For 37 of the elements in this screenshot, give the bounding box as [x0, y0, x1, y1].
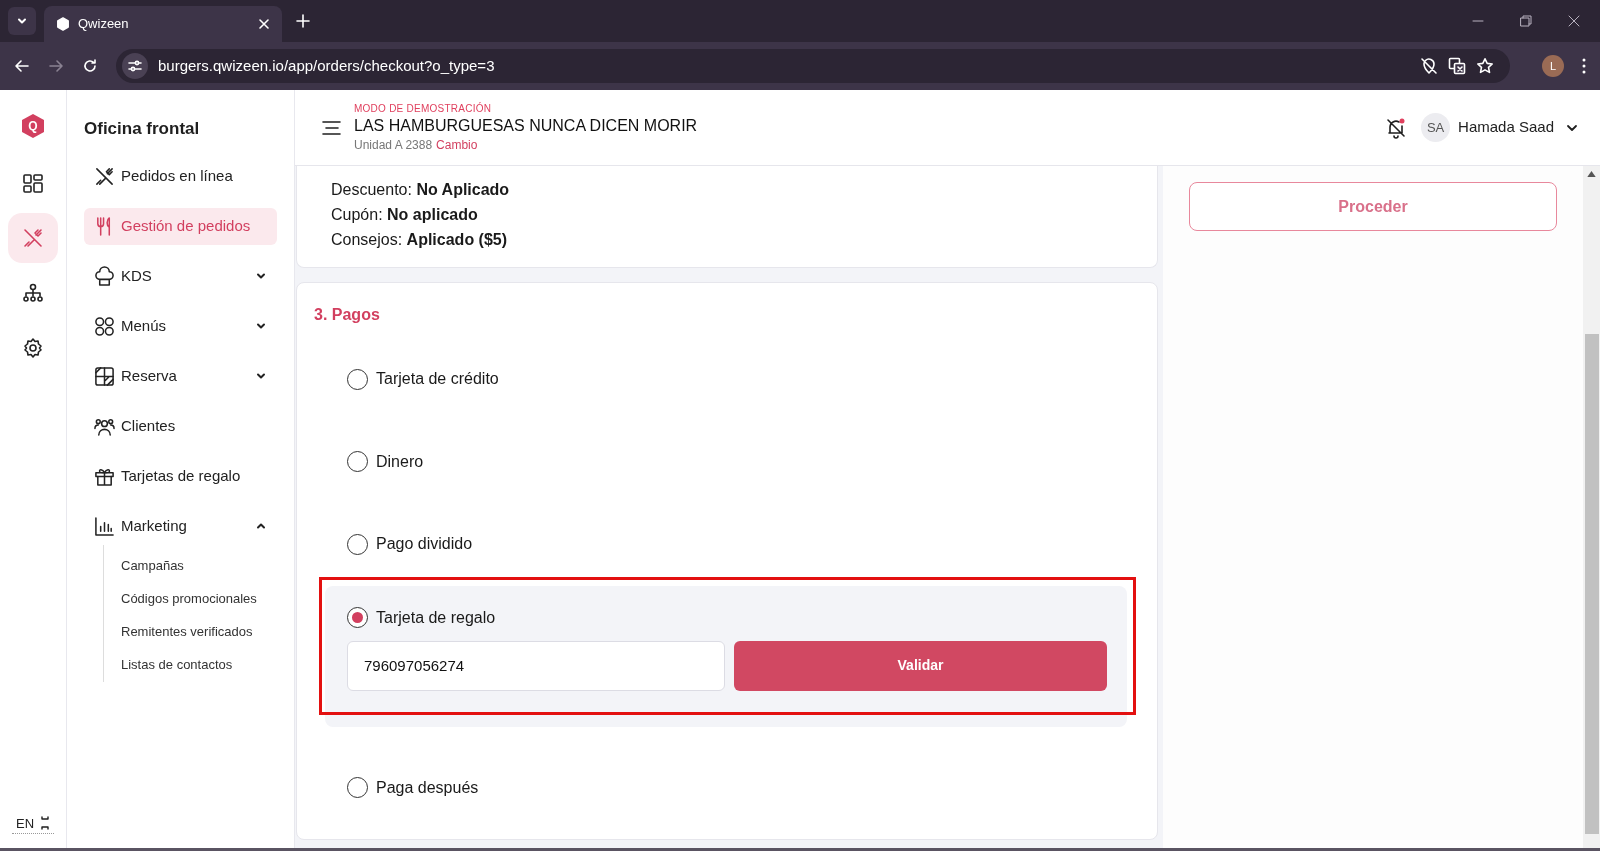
option-label[interactable]: Paga después [376, 775, 479, 800]
url-text[interactable]: burgers.qwizeen.io/app/orders/checkout?o_type=3 [158, 54, 1410, 78]
summary-line: Consejos: Aplicado ($5) [331, 230, 509, 250]
sidebar-item[interactable]: Clientes [84, 407, 277, 445]
submenu-item[interactable]: Códigos promocionales [121, 582, 277, 616]
change-link[interactable]: Cambio [436, 137, 478, 153]
sidebar-item[interactable]: Tarjetas de regalo [84, 457, 277, 495]
unit-label: Unidad A 2388 [354, 137, 433, 153]
profile-avatar[interactable]: L [1542, 55, 1564, 77]
validate-button[interactable]: Validar [734, 640, 1107, 691]
option-label[interactable]: Dinero [376, 449, 424, 474]
sidebar-title: Oficina frontal [84, 118, 201, 140]
gift-card-code-input[interactable]: 796097056274 [347, 640, 725, 691]
address-bar[interactable]: burgers.qwizeen.io/app/orders/checkout?o_type=3 [116, 49, 1510, 83]
option-label[interactable]: Tarjeta de regalo [376, 605, 496, 630]
user-name[interactable]: Hamada Saad [1458, 116, 1554, 139]
sidebar-item[interactable]: Pedidos en línea [84, 157, 277, 195]
section-title: 3. Pagos [314, 305, 381, 325]
language-selector[interactable]: EN [15, 813, 35, 833]
option-label[interactable]: Tarjeta de crédito [376, 367, 499, 392]
sidebar-item[interactable]: KDS [84, 257, 277, 295]
demo-mode-label: MODO DE DEMOSTRACIÓN [354, 102, 493, 115]
sidebar-item[interactable]: Reserva [84, 357, 277, 395]
app-logo: Q [22, 114, 44, 138]
user-avatar[interactable]: SA [1421, 113, 1451, 142]
store-name: LAS HAMBURGUESAS NUNCA DICEN MORIR [354, 116, 698, 136]
summary-line: Descuento: No Aplicado [331, 180, 511, 200]
tab-title: Qwizeen [78, 15, 130, 34]
sidebar-item[interactable]: Menús [84, 307, 277, 345]
submenu-item[interactable]: Remitentes verificados [121, 615, 277, 649]
sidebar-item[interactable]: Gestión de pedidos [84, 207, 277, 245]
summary-line: Cupón: No aplicado [331, 205, 479, 225]
submenu-item[interactable]: Campañas [121, 549, 277, 583]
browser-tab[interactable]: Qwizeen [44, 6, 282, 42]
option-label[interactable]: Pago dividido [376, 532, 473, 557]
submenu-item[interactable]: Listas de contactos [121, 648, 277, 682]
sidebar-item[interactable]: Marketing [84, 507, 277, 545]
